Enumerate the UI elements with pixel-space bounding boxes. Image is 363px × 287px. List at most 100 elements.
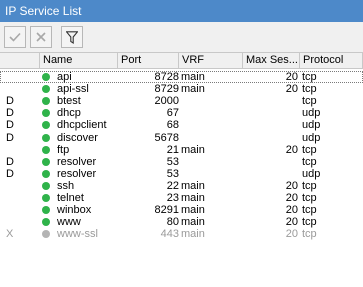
col-name[interactable]: Name	[40, 53, 118, 68]
col-port[interactable]: Port	[118, 53, 179, 68]
table-row[interactable]: telnet 23 main 20 tcp	[0, 192, 363, 204]
status-dot-icon	[42, 83, 52, 95]
row-max-sessions: 20	[285, 71, 298, 83]
row-protocol: tcp	[302, 179, 317, 192]
status-dot-icon	[42, 133, 50, 142]
row-flag	[6, 204, 36, 216]
row-protocol: udp	[302, 167, 321, 180]
row-protocol: tcp	[302, 216, 317, 229]
row-flag: D	[6, 119, 14, 132]
row-vrf	[181, 168, 241, 180]
row-max-sessions	[243, 95, 298, 107]
disable-button[interactable]	[30, 26, 52, 48]
row-flag: D	[6, 131, 14, 144]
status-dot-icon	[42, 121, 50, 130]
row-vrf: main	[181, 83, 205, 96]
ip-service-list-window: IP Service List Name Port VRF Max Ses...…	[0, 0, 363, 287]
row-protocol: udp	[302, 119, 321, 132]
table-row[interactable]: Xwww-ssl 443 main 20 tcp	[0, 228, 363, 240]
row-vrf: main	[181, 228, 205, 241]
status-dot-icon	[42, 73, 50, 81]
check-icon	[9, 32, 21, 42]
row-name: discover	[57, 131, 98, 144]
table-header: Name Port VRF Max Ses... Protocol	[0, 53, 363, 69]
enable-button[interactable]	[4, 26, 26, 48]
table-row[interactable]: Ddiscover 5678 udp	[0, 132, 363, 144]
row-protocol: tcp	[302, 83, 317, 96]
row-vrf: main	[181, 179, 205, 192]
row-flag	[6, 192, 36, 204]
row-name: ssh	[57, 179, 75, 192]
row-max-sessions	[243, 107, 298, 119]
row-flag	[6, 216, 36, 228]
table-row[interactable]: Ddhcp 67 udp	[0, 107, 363, 119]
status-dot-icon	[42, 228, 52, 240]
table-row[interactable]: winbox 8291 main 20 tcp	[0, 204, 363, 216]
filter-icon	[66, 30, 78, 44]
table-row[interactable]: api-ssl 8729 main 20 tcp	[0, 83, 363, 95]
col-vrf[interactable]: VRF	[179, 53, 243, 68]
row-flag: D	[6, 155, 14, 168]
x-icon	[35, 31, 47, 43]
status-dot-icon	[42, 192, 52, 204]
status-dot-icon	[42, 194, 50, 202]
status-dot-icon	[42, 71, 52, 83]
status-dot-icon	[42, 216, 52, 228]
table-row[interactable]: www 80 main 20 tcp	[0, 216, 363, 228]
row-protocol: udp	[302, 131, 321, 144]
row-max-sessions: 20	[285, 204, 298, 217]
row-max-sessions: 20	[285, 192, 298, 204]
table-row[interactable]: Ddhcpclient 68 udp	[0, 119, 363, 131]
row-protocol: tcp	[302, 95, 317, 108]
row-flag: D	[6, 167, 14, 180]
filter-button[interactable]	[61, 26, 83, 48]
status-dot-icon	[42, 180, 52, 192]
row-port: 67	[166, 107, 179, 120]
toolbar	[0, 22, 363, 52]
row-max-sessions: 20	[285, 179, 298, 192]
status-dot-icon	[42, 97, 50, 106]
row-port: 2000	[154, 95, 179, 108]
row-flag	[6, 83, 36, 95]
row-vrf: main	[181, 143, 205, 156]
row-name: api	[57, 71, 72, 83]
row-vrf: main	[181, 216, 205, 229]
row-port: 23	[166, 192, 179, 204]
status-dot-icon	[42, 168, 52, 180]
col-flags[interactable]	[0, 53, 40, 68]
service-table: Name Port VRF Max Ses... Protocol api 872…	[0, 52, 363, 287]
row-max-sessions	[243, 156, 298, 168]
status-dot-icon	[42, 206, 50, 215]
table-row[interactable]: Dbtest 2000 tcp	[0, 95, 363, 107]
row-port: 5678	[154, 131, 179, 144]
row-vrf	[181, 95, 241, 107]
col-protocol[interactable]: Protocol	[300, 53, 363, 68]
row-vrf: main	[181, 192, 205, 204]
row-protocol: tcp	[302, 204, 317, 217]
status-dot-icon	[42, 156, 52, 168]
row-flag	[6, 71, 36, 83]
row-flag: D	[6, 95, 14, 108]
row-name: btest	[57, 95, 81, 108]
row-port: 8729	[154, 83, 179, 96]
table-row[interactable]: Dresolver 53 udp	[0, 168, 363, 180]
row-vrf	[181, 107, 241, 119]
row-name: ftp	[57, 143, 70, 156]
row-name: api-ssl	[57, 83, 89, 96]
row-port: 8291	[154, 204, 179, 217]
row-flag	[6, 144, 36, 156]
row-name: www	[57, 216, 81, 229]
table-row[interactable]: Dresolver 53 tcp	[0, 156, 363, 168]
row-flag	[6, 180, 36, 192]
status-dot-icon	[42, 132, 52, 144]
status-dot-icon	[42, 157, 50, 166]
table-row[interactable]: api 8728 main 20 tcp	[0, 71, 363, 83]
table-row[interactable]: ssh 22 main 20 tcp	[0, 180, 363, 192]
table-row[interactable]: ftp 21 main 20 tcp	[0, 144, 363, 156]
row-name: winbox	[57, 204, 92, 217]
status-dot-icon	[42, 145, 50, 154]
row-port: 8728	[154, 71, 179, 83]
col-max-sessions[interactable]: Max Ses...	[243, 53, 300, 68]
row-name: telnet	[57, 192, 84, 204]
row-protocol: tcp	[302, 192, 317, 204]
